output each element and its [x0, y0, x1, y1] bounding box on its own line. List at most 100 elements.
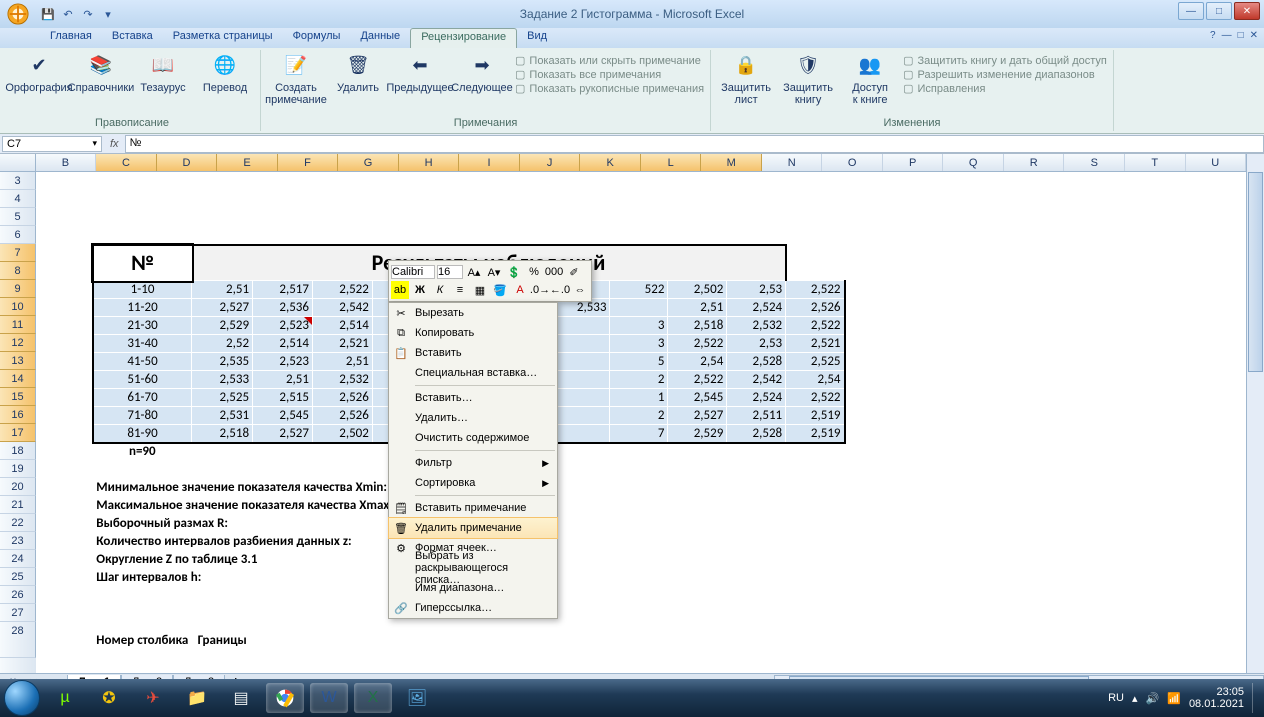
- data-cell[interactable]: [551, 407, 610, 425]
- name-box[interactable]: C7▾: [2, 136, 102, 152]
- data-cell[interactable]: 2,528: [727, 425, 786, 443]
- formula-input[interactable]: №: [125, 135, 1264, 153]
- context-menu-item[interactable]: Удалить…: [389, 408, 557, 428]
- data-cell[interactable]: 2,502: [668, 281, 727, 299]
- param-label[interactable]: Максимальное значение показателя качеств…: [93, 497, 432, 515]
- row-header[interactable]: 6: [0, 226, 36, 244]
- row-header[interactable]: 13: [0, 352, 36, 370]
- ribbon-tab[interactable]: Главная: [40, 28, 102, 48]
- ribbon-list-item[interactable]: ▢Разрешить изменение диапазонов: [903, 68, 1107, 81]
- taskbar-pictures-icon[interactable]: 🖼: [398, 683, 436, 713]
- data-cell[interactable]: 2,511: [727, 407, 786, 425]
- ribbon-button[interactable]: 👥Доступк книге: [841, 52, 899, 106]
- context-menu-item[interactable]: Выбрать из раскрывающегося списка…: [389, 558, 557, 578]
- column-header[interactable]: P: [883, 154, 944, 171]
- doc-close-icon[interactable]: ✕: [1250, 30, 1258, 41]
- start-button[interactable]: [4, 680, 40, 716]
- data-cell[interactable]: 2,53: [727, 335, 786, 353]
- ribbon-button[interactable]: ⬅Предыдущее: [391, 52, 449, 106]
- cell-num-header[interactable]: №: [93, 245, 192, 281]
- context-menu-item[interactable]: Фильтр▶: [389, 453, 557, 473]
- data-cell[interactable]: 3: [610, 317, 668, 335]
- ribbon-button[interactable]: 🔒Защититьлист: [717, 52, 775, 106]
- taskbar-word-icon[interactable]: W: [310, 683, 348, 713]
- data-cell[interactable]: 2,522: [786, 317, 845, 335]
- row-header[interactable]: 25: [0, 568, 36, 586]
- data-cell[interactable]: 2,532: [312, 371, 372, 389]
- data-cell[interactable]: 2,535: [192, 353, 253, 371]
- tray-clock[interactable]: 23:05 08.01.2021: [1189, 686, 1244, 710]
- column-header[interactable]: E: [217, 154, 278, 171]
- data-cell[interactable]: 2,522: [312, 281, 372, 299]
- data-cell[interactable]: 2,518: [192, 425, 253, 443]
- row-header[interactable]: 27: [0, 604, 36, 622]
- data-cell[interactable]: [551, 335, 610, 353]
- data-cell[interactable]: 2,517: [253, 281, 313, 299]
- context-menu-item[interactable]: ⧉Копировать: [389, 323, 557, 343]
- column-header[interactable]: H: [399, 154, 460, 171]
- column-header[interactable]: T: [1125, 154, 1186, 171]
- data-cell[interactable]: 2,522: [668, 335, 727, 353]
- dec-decimal-icon[interactable]: ←.0: [551, 281, 569, 299]
- inc-decimal-icon[interactable]: .0→: [531, 281, 549, 299]
- font-color-icon[interactable]: A: [511, 281, 529, 299]
- ribbon-list-item[interactable]: ▢Показать все примечания: [515, 68, 704, 81]
- data-cell[interactable]: 2,525: [786, 353, 845, 371]
- qat-redo-icon[interactable]: ↷: [80, 6, 96, 22]
- data-cell[interactable]: 2,526: [312, 407, 372, 425]
- select-all-corner[interactable]: [0, 154, 36, 171]
- data-cell[interactable]: 2,515: [253, 389, 313, 407]
- column-header[interactable]: I: [459, 154, 520, 171]
- row-header[interactable]: 12: [0, 334, 36, 352]
- param-label[interactable]: Шаг интервалов h:: [93, 569, 432, 587]
- row-label[interactable]: 11-20: [93, 299, 192, 317]
- data-cell[interactable]: 2,526: [786, 299, 845, 317]
- context-menu-item[interactable]: Специальная вставка…: [389, 363, 557, 383]
- context-menu-item[interactable]: 📋Вставить: [389, 343, 557, 363]
- qat-dropdown-icon[interactable]: ▾: [100, 6, 116, 22]
- row-header[interactable]: 20: [0, 478, 36, 496]
- row-header[interactable]: 22: [0, 514, 36, 532]
- data-cell[interactable]: 3: [610, 335, 668, 353]
- column-header[interactable]: L: [641, 154, 702, 171]
- row-header[interactable]: 18: [0, 442, 36, 460]
- ribbon-list-item[interactable]: ▢Показать или скрыть примечание: [515, 54, 704, 67]
- data-cell[interactable]: 2,527: [668, 407, 727, 425]
- data-cell[interactable]: 2,519: [786, 407, 845, 425]
- context-menu-item[interactable]: 🔗Гиперссылка…: [389, 598, 557, 618]
- maximize-button[interactable]: □: [1206, 2, 1232, 20]
- taskbar-utorrent-icon[interactable]: µ: [46, 683, 84, 713]
- data-cell[interactable]: 2,54: [786, 371, 845, 389]
- row-header[interactable]: 16: [0, 406, 36, 424]
- row-header[interactable]: 8: [0, 262, 36, 280]
- row-label[interactable]: 81-90: [93, 425, 192, 443]
- data-cell[interactable]: 2,531: [192, 407, 253, 425]
- row-header[interactable]: 15: [0, 388, 36, 406]
- ribbon-button[interactable]: 📝Создатьпримечание: [267, 52, 325, 106]
- data-cell[interactable]: 2,532: [727, 317, 786, 335]
- data-cell[interactable]: [551, 353, 610, 371]
- column-header[interactable]: M: [701, 154, 762, 171]
- data-cell[interactable]: 2,51: [312, 353, 372, 371]
- ribbon-button[interactable]: ✔Орфография: [10, 52, 68, 94]
- shrink-font-icon[interactable]: A▾: [485, 263, 503, 281]
- data-cell[interactable]: 2,523: [253, 353, 313, 371]
- vertical-scrollbar[interactable]: [1246, 154, 1264, 699]
- mini-size-input[interactable]: [437, 265, 463, 279]
- data-cell[interactable]: 2,51: [253, 371, 313, 389]
- col-номер[interactable]: Номер столбика: [93, 623, 192, 659]
- ribbon-tab[interactable]: Вставка: [102, 28, 163, 48]
- data-cell[interactable]: 2,52: [192, 335, 253, 353]
- context-menu-item[interactable]: 🗒Вставить примечание: [389, 498, 557, 518]
- data-cell[interactable]: 2,527: [253, 425, 313, 443]
- data-cell[interactable]: 2,529: [668, 425, 727, 443]
- data-cell[interactable]: 2,536: [253, 299, 313, 317]
- merge-icon[interactable]: ⇔: [571, 281, 589, 299]
- row-label[interactable]: 21-30: [93, 317, 192, 335]
- context-menu-item[interactable]: Имя диапазона…: [389, 578, 557, 598]
- row-header[interactable]: 11: [0, 316, 36, 334]
- ribbon-list-item[interactable]: ▢Исправления: [903, 82, 1107, 95]
- data-cell[interactable]: 2,51: [668, 299, 727, 317]
- data-cell[interactable]: 2,528: [727, 353, 786, 371]
- account-fmt-icon[interactable]: 💲: [505, 263, 523, 281]
